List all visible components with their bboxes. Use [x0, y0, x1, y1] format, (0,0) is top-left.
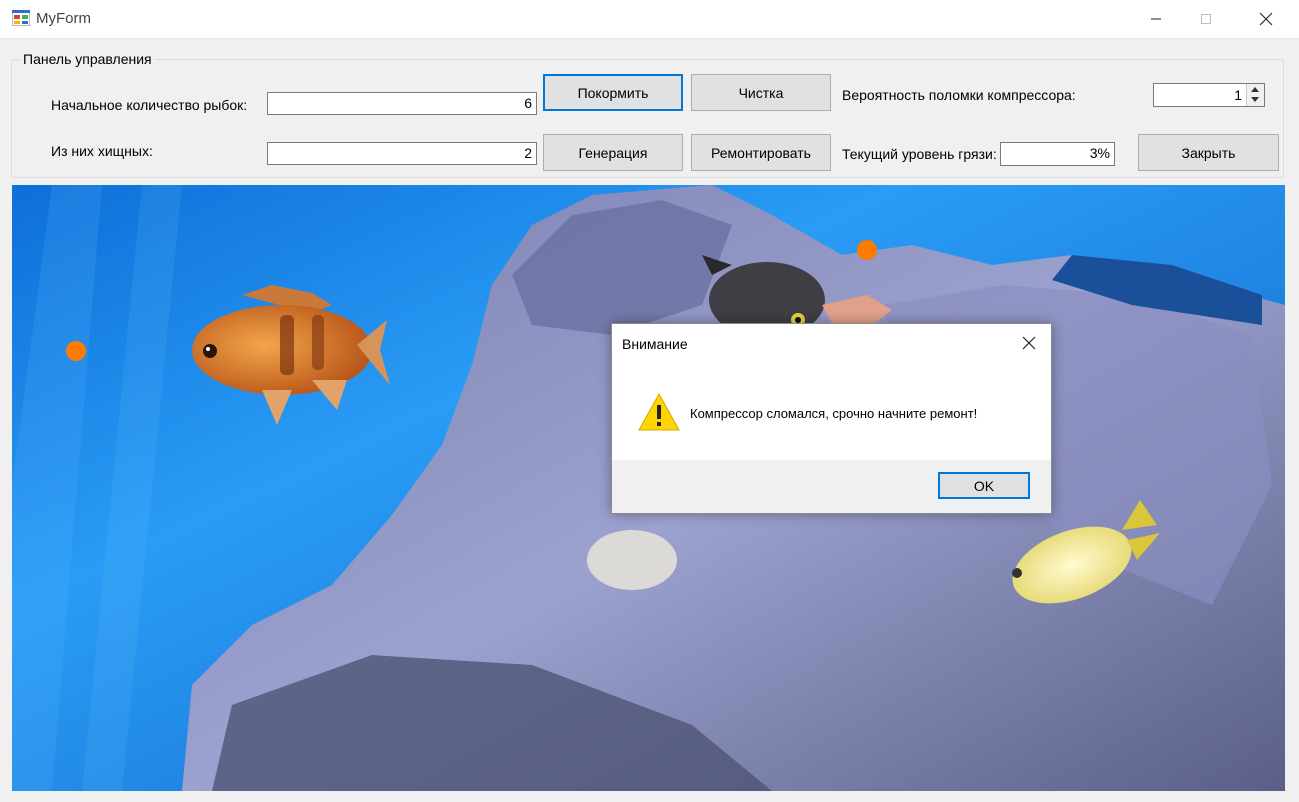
winforms-app-icon — [12, 10, 30, 26]
dirt-level-label: Текущий уровень грязи: — [842, 146, 997, 162]
maximize-button[interactable] — [1183, 0, 1229, 38]
initial-fish-input[interactable]: 6 — [267, 92, 537, 115]
compressor-failure-stepper[interactable]: 1 — [1153, 83, 1265, 107]
clean-button[interactable]: Чистка — [691, 74, 831, 111]
predators-label: Из них хищных: — [51, 143, 153, 159]
control-panel-legend: Панель управления — [20, 51, 155, 67]
ok-button[interactable]: OK — [938, 472, 1030, 499]
dirt-level-field[interactable]: 3% — [1000, 142, 1115, 166]
title-bar: MyForm — [0, 0, 1299, 39]
minimize-button[interactable] — [1133, 0, 1179, 38]
warning-icon — [638, 392, 680, 431]
close-icon — [1022, 336, 1036, 350]
compressor-failure-value: 1 — [1234, 87, 1242, 103]
chevron-up-icon[interactable] — [1251, 87, 1259, 92]
initial-fish-label: Начальное количество рыбок: — [51, 97, 248, 113]
compressor-failure-label: Вероятность поломки компрессора: — [842, 87, 1076, 103]
feed-button[interactable]: Покормить — [543, 74, 683, 111]
close-button[interactable]: Закрыть — [1138, 134, 1279, 171]
dialog-close-button[interactable] — [1015, 330, 1043, 356]
maximize-icon — [1201, 14, 1211, 24]
dialog-title: Внимание — [622, 336, 688, 352]
close-window-button[interactable] — [1243, 0, 1289, 38]
stepper-arrows[interactable] — [1246, 84, 1264, 106]
window-title: MyForm — [36, 10, 91, 27]
generate-button[interactable]: Генерация — [543, 134, 683, 171]
food-pellet — [857, 240, 877, 260]
repair-button[interactable]: Ремонтировать — [691, 134, 831, 171]
dialog-message: Компрессор сломался, срочно начните ремо… — [690, 406, 978, 421]
predators-input[interactable]: 2 — [267, 142, 537, 165]
warning-dialog: Внимание Компрессор сломался, срочно нач… — [611, 323, 1052, 514]
close-icon — [1259, 12, 1273, 26]
chevron-down-icon[interactable] — [1251, 97, 1259, 102]
minimize-icon — [1151, 18, 1161, 20]
food-pellet — [66, 341, 86, 361]
